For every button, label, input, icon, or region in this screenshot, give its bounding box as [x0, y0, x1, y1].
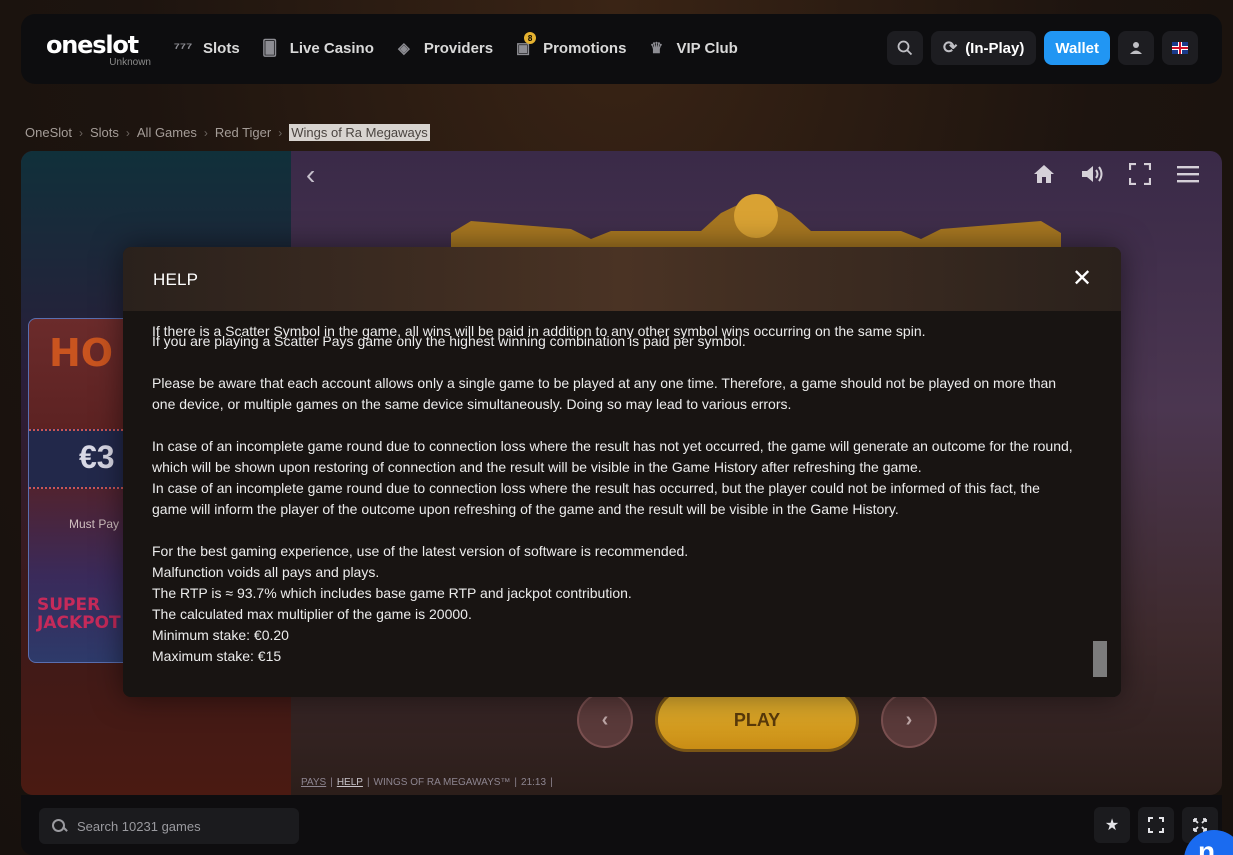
help-line: The calculated max multiplier of the gam…	[152, 606, 472, 622]
home-icon[interactable]	[1031, 161, 1057, 187]
help-line: Minimum stake: €0.20	[152, 627, 289, 643]
sound-icon[interactable]	[1079, 161, 1105, 187]
layers-icon: ◈	[398, 40, 410, 57]
help-line: one device, or multiple games on the sam…	[152, 396, 792, 412]
search-button[interactable]	[886, 31, 923, 65]
game-clock: 21:13	[521, 777, 547, 788]
help-paragraph-gap	[152, 520, 1082, 541]
menu-icon[interactable]	[1175, 161, 1201, 187]
help-dialog: HELP ✕ If there is a Scatter Symbol in t…	[123, 247, 1121, 697]
breadcrumb-all-games[interactable]: All Games	[137, 125, 197, 140]
promotions-count-badge: 8	[524, 32, 537, 44]
chevron-right-icon: ›	[278, 125, 283, 140]
top-navigation: oneslot Unknown ⁷⁷⁷ Slots 🂠 Live Casino …	[21, 14, 1222, 84]
nav-item-label: Slots	[203, 39, 240, 57]
expand-button[interactable]	[1138, 807, 1174, 843]
chevron-right-icon: ›	[203, 125, 208, 140]
header-actions: ⟳ (In-Play) Wallet	[886, 31, 1198, 65]
footer-separator: |	[514, 777, 518, 788]
favorite-button[interactable]: ★	[1094, 807, 1130, 843]
slots-icon: ⁷⁷⁷	[173, 39, 193, 57]
in-play-button[interactable]: ⟳ (In-Play)	[930, 31, 1037, 65]
super-jackpot-logo: SUPER JACKPOT	[37, 596, 121, 632]
next-bet-button[interactable]: ›	[881, 692, 937, 748]
nav-item-promotions[interactable]: ▣ 8 Promotions	[511, 32, 627, 58]
nav-item-label: Live Casino	[289, 39, 374, 57]
uk-flag-icon	[1172, 42, 1188, 54]
help-line: Please be aware that each account allows…	[152, 375, 1057, 391]
jackpot-label: JACKPOT	[37, 613, 121, 633]
cards-icon: 🂠	[262, 40, 278, 57]
breadcrumb-current-game: Wings of Ra Megaways	[289, 124, 430, 141]
footer-separator: |	[550, 777, 553, 788]
breadcrumb-oneslot[interactable]: OneSlot	[25, 125, 72, 140]
crown-icon: ♛	[649, 40, 664, 57]
game-footer-bar: PAYS | HELP | WINGS OF RA MEGAWAYS™ | 21…	[301, 777, 553, 788]
logo-text: oneslot	[46, 31, 139, 59]
chevron-right-icon: ›	[78, 125, 83, 140]
in-play-label: (In-Play)	[965, 39, 1025, 57]
help-paragraph-gap	[152, 415, 1082, 436]
user-icon	[1130, 42, 1142, 54]
breadcrumb-slots[interactable]: Slots	[90, 125, 119, 140]
fullscreen-icon[interactable]	[1127, 161, 1153, 187]
main-menu: ⁷⁷⁷ Slots 🂠 Live Casino ◈ Providers ▣ 8 P…	[171, 32, 738, 58]
previous-bet-button[interactable]: ‹	[577, 692, 633, 748]
expand-icon	[1148, 817, 1164, 833]
search-placeholder: Search 10231 games	[77, 818, 201, 834]
nav-item-slots[interactable]: ⁷⁷⁷ Slots	[171, 38, 240, 58]
help-line: In case of an incomplete game round due …	[152, 438, 1073, 454]
help-line: In case of an incomplete game round due …	[152, 480, 1040, 496]
game-search-input[interactable]: Search 10231 games	[39, 808, 299, 844]
footer-separator: |	[330, 777, 333, 788]
nav-item-live-casino[interactable]: 🂠 Live Casino	[258, 38, 374, 58]
nav-item-providers[interactable]: ◈ Providers	[392, 38, 493, 58]
help-line: The RTP is ≈ 93.7% which includes base g…	[152, 585, 632, 601]
help-content[interactable]: If there is a Scatter Symbol in the game…	[123, 311, 1121, 697]
hot-label: HO	[49, 331, 114, 375]
play-controls: ‹ PLAY ›	[577, 688, 937, 752]
breadcrumb: OneSlot › Slots › All Games › Red Tiger …	[25, 124, 430, 141]
nav-item-label: VIP Club	[676, 39, 738, 57]
help-line: Malfunction voids all pays and plays.	[152, 564, 380, 580]
pays-link[interactable]: PAYS	[301, 777, 326, 788]
nav-item-vip-club[interactable]: ♛ VIP Club	[644, 38, 738, 58]
game-name: WINGS OF RA MEGAWAYS™	[373, 777, 511, 788]
logo-subtitle: Unknown	[109, 57, 151, 68]
help-line: which will be shown upon restoring of co…	[152, 459, 922, 475]
help-scrollbar-thumb[interactable]	[1093, 641, 1107, 677]
search-icon	[897, 40, 913, 56]
gift-icon: ▣ 8	[511, 32, 537, 58]
wallet-button[interactable]: Wallet	[1044, 31, 1110, 65]
must-pay-label: Must Pay	[69, 517, 120, 531]
help-text: If there is a Scatter Symbol in the game…	[152, 323, 1082, 667]
search-icon	[51, 818, 67, 834]
footer-separator: |	[366, 777, 370, 788]
help-line: Maximum stake: €15	[152, 648, 282, 664]
help-clipped-line: If there is a Scatter Symbol in the game…	[152, 323, 926, 339]
nav-item-label: Providers	[423, 39, 494, 57]
chevron-left-icon[interactable]: ‹	[306, 159, 315, 191]
profile-button[interactable]	[1118, 31, 1154, 65]
chevron-right-icon: ›	[125, 125, 130, 140]
game-bottom-bar: Search 10231 games ★	[21, 795, 1222, 855]
help-line: For the best gaming experience, use of t…	[152, 543, 689, 559]
close-icon[interactable]: ✕	[1071, 267, 1093, 291]
nav-item-label: Promotions	[543, 39, 627, 57]
star-icon: ★	[1104, 817, 1120, 834]
help-dialog-header: HELP ✕	[123, 247, 1121, 311]
oneslot-logo[interactable]: oneslot Unknown	[46, 32, 151, 68]
help-line: game will inform the player of the outco…	[152, 501, 899, 517]
language-button[interactable]	[1162, 31, 1198, 65]
jackpot-promo-card[interactable]: HO €3 Must Pay SUPER JACKPOT	[28, 318, 139, 663]
play-button[interactable]: PLAY	[655, 688, 859, 752]
wings-of-ra-crest-art	[451, 194, 1061, 251]
super-label: SUPER	[37, 595, 101, 615]
help-link[interactable]: HELP	[337, 777, 363, 788]
refresh-icon: ⟳	[942, 38, 958, 57]
help-paragraph-gap	[152, 352, 1082, 373]
help-dialog-title: HELP	[153, 270, 199, 289]
jackpot-amount: €3	[79, 439, 115, 475]
breadcrumb-red-tiger[interactable]: Red Tiger	[215, 125, 271, 140]
